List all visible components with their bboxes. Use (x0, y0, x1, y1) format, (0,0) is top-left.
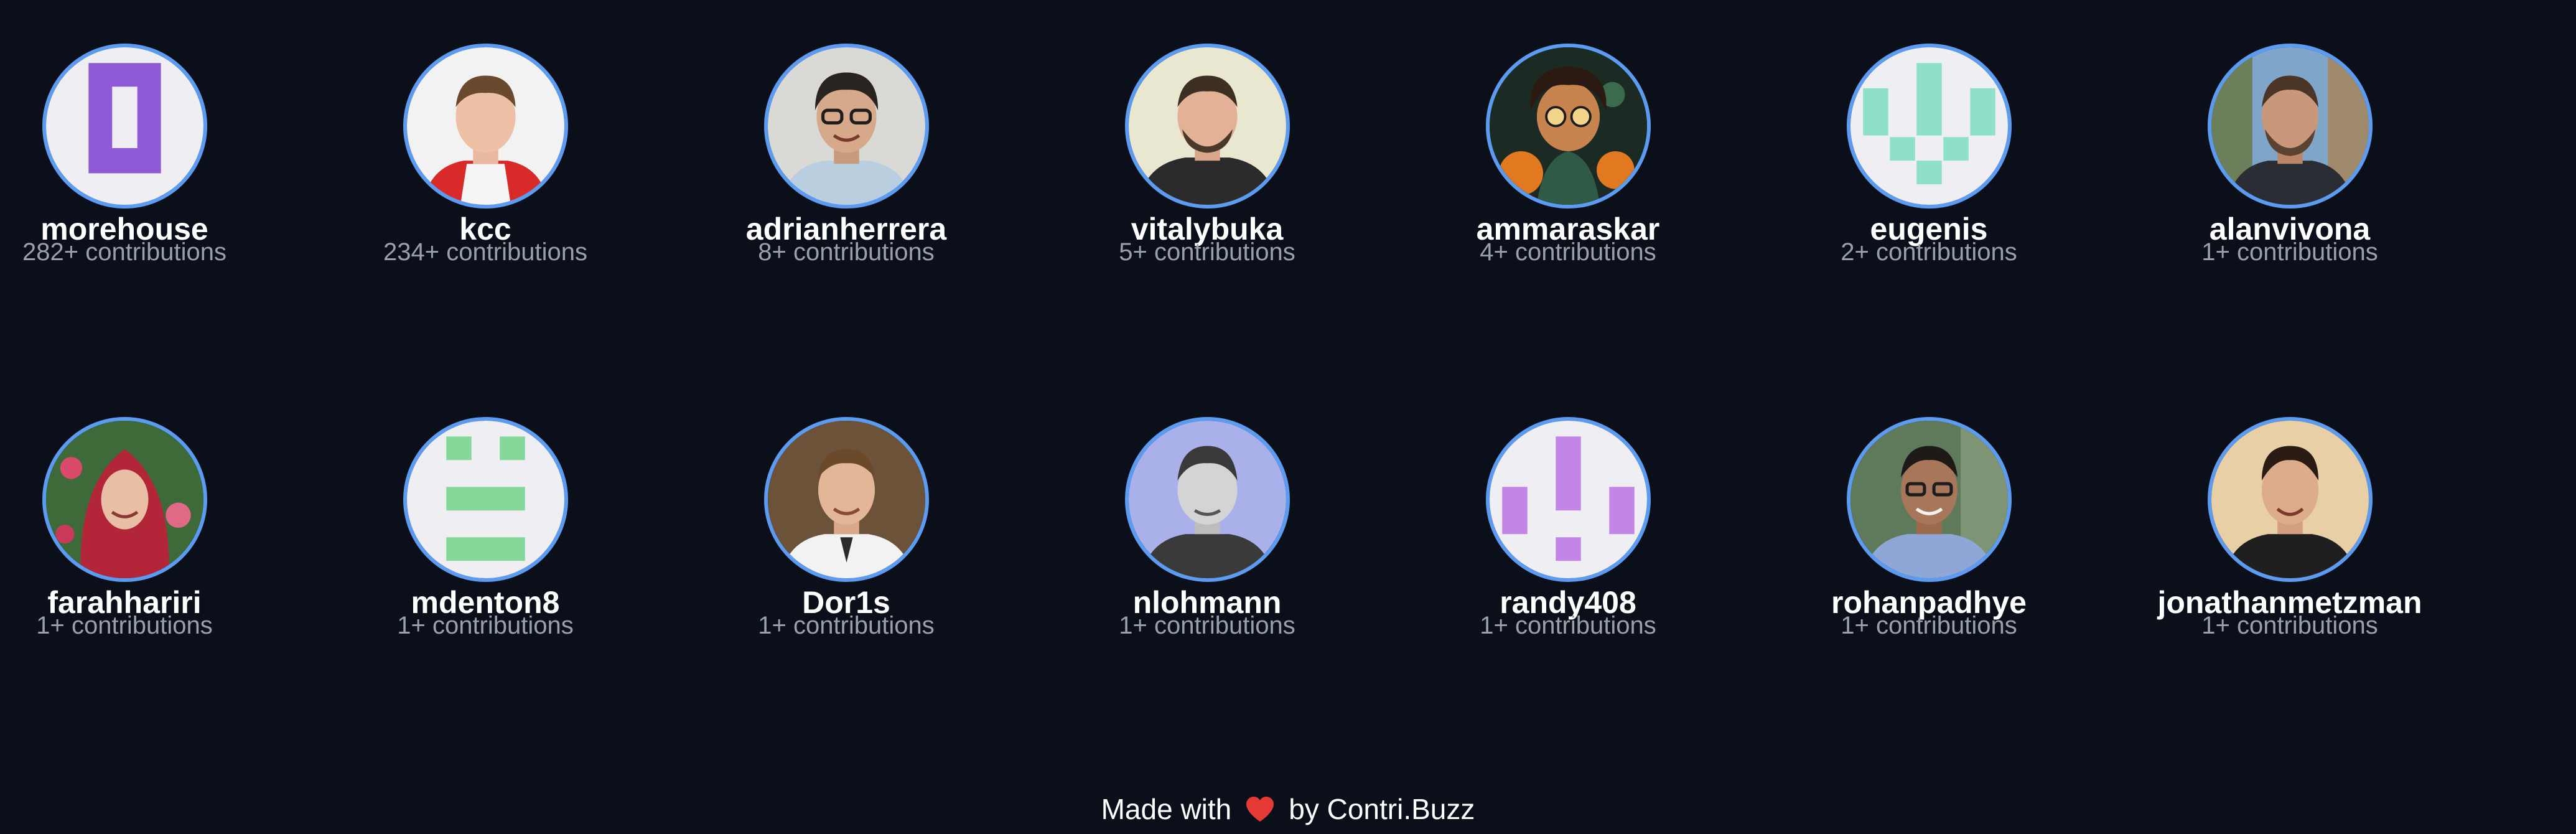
contributor-card-adrianherrera[interactable]: adrianherrera 8+ contributions (666, 44, 1027, 293)
photo-avatar-icon (764, 417, 929, 582)
photo-avatar-icon (764, 44, 929, 208)
identicon-green-icon (403, 417, 568, 582)
contributor-card-randy408[interactable]: randy408 1+ contributions (1388, 417, 1748, 666)
contributors-row-2: farahhariri 1+ contributions mdenton8 1+… (0, 417, 2526, 666)
contributor-count: 1+ contributions (36, 612, 213, 639)
footer-made-with: Made with (1101, 793, 1232, 825)
identicon-purple-icon (42, 44, 207, 208)
contributor-card-jonathanmetzman[interactable]: jonathanmetzman 1+ contributions (2109, 417, 2470, 666)
photo-avatar-icon (1125, 417, 1290, 582)
footer-contribuzz-link[interactable]: by Contri.Buzz (1289, 793, 1475, 825)
contributor-count: 8+ contributions (758, 238, 935, 266)
contributor-card-ammaraskar[interactable]: ammaraskar 4+ contributions (1388, 44, 1748, 293)
photo-avatar-icon (42, 417, 207, 582)
identicon-lilac-icon (1486, 417, 1651, 582)
contributor-card-alanvivona[interactable]: alanvivona 1+ contributions (2109, 44, 2470, 293)
contributor-card-farahhariri[interactable]: farahhariri 1+ contributions (0, 417, 305, 666)
contributor-count: 234+ contributions (383, 238, 587, 266)
photo-avatar-icon (1125, 44, 1290, 208)
contributor-card-kcc[interactable]: kcc 234+ contributions (305, 44, 666, 293)
contributor-count: 1+ contributions (397, 612, 574, 639)
photo-avatar-icon (403, 44, 568, 208)
contributor-count: 1+ contributions (2201, 238, 2378, 266)
contributor-card-vitalybuka[interactable]: vitalybuka 5+ contributions (1027, 44, 1388, 293)
contributor-count: 1+ contributions (758, 612, 935, 639)
contributor-count: 5+ contributions (1119, 238, 1295, 266)
contributor-count: 282+ contributions (22, 238, 226, 266)
contributor-count: 1+ contributions (2201, 612, 2378, 639)
contributor-card-mdenton8[interactable]: mdenton8 1+ contributions (305, 417, 666, 666)
illustrated-avatar-icon (1486, 44, 1651, 208)
heart-icon (1245, 795, 1275, 823)
contributor-card-morehouse[interactable]: morehouse 282+ contributions (0, 44, 305, 293)
contributor-count: 1+ contributions (1841, 612, 2017, 639)
contributor-card-dor1s[interactable]: Dor1s 1+ contributions (666, 417, 1027, 666)
photo-avatar-icon (2208, 417, 2373, 582)
contributor-card-eugenis[interactable]: eugenis 2+ contributions (1748, 44, 2109, 293)
contributor-count: 2+ contributions (1841, 238, 2017, 266)
contributor-card-nlohmann[interactable]: nlohmann 1+ contributions (1027, 417, 1388, 666)
contributors-row-1: morehouse 282+ contributions kcc 234+ co… (0, 44, 2526, 293)
contributor-count: 1+ contributions (1480, 612, 1656, 639)
photo-avatar-icon (1847, 417, 2012, 582)
footer-credit: Made with by Contri.Buzz (0, 790, 2576, 828)
photo-avatar-icon (2208, 44, 2373, 208)
contributor-card-rohanpadhye[interactable]: rohanpadhye 1+ contributions (1748, 417, 2109, 666)
contributor-count: 4+ contributions (1480, 238, 1656, 266)
identicon-mint-icon (1847, 44, 2012, 208)
contributor-count: 1+ contributions (1119, 612, 1295, 639)
